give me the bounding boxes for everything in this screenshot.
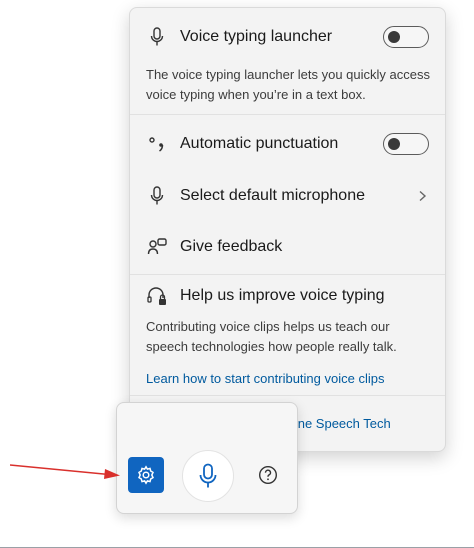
voice-typing-launcher-toggle[interactable] — [383, 26, 429, 48]
question-circle-icon — [258, 465, 278, 485]
give-feedback-row[interactable]: Give feedback — [130, 236, 445, 258]
automatic-punctuation-label: Automatic punctuation — [180, 135, 339, 152]
select-default-microphone-row[interactable]: Select default microphone — [130, 185, 445, 207]
microphone-icon — [146, 185, 168, 207]
help-improve-description: Contributing voice clips helps us teach … — [146, 319, 397, 354]
voice-typing-settings-menu: Voice typing launcher The voice typing l… — [129, 7, 446, 452]
divider — [130, 114, 445, 115]
voice-typing-launcher-row[interactable]: Voice typing launcher — [130, 26, 445, 48]
give-feedback-label: Give feedback — [180, 238, 283, 255]
automatic-punctuation-row[interactable]: Automatic punctuation — [130, 133, 445, 155]
settings-button[interactable] — [128, 457, 164, 493]
help-button[interactable] — [257, 464, 279, 486]
divider — [130, 395, 445, 396]
punctuation-icon — [146, 133, 168, 155]
feedback-icon — [146, 236, 168, 258]
help-improve-label: Help us improve voice typing — [180, 287, 385, 304]
toggle-knob — [388, 137, 400, 150]
voice-typing-launcher-label: Voice typing launcher — [180, 28, 333, 45]
microphone-button[interactable] — [182, 450, 234, 502]
select-default-microphone-label: Select default microphone — [180, 187, 365, 204]
chevron-right-icon — [419, 190, 427, 202]
automatic-punctuation-toggle[interactable] — [383, 133, 429, 155]
voice-typing-launcher-description: The voice typing launcher lets you quick… — [146, 67, 430, 102]
annotation-arrow — [10, 464, 120, 479]
learn-contributing-link[interactable]: Learn how to start contributing voice cl… — [146, 371, 384, 386]
divider — [130, 274, 445, 275]
gear-icon — [138, 465, 154, 485]
microphone-icon — [199, 463, 217, 488]
help-improve-row: Help us improve voice typing — [130, 285, 445, 307]
headset-lock-icon — [146, 285, 168, 307]
toggle-knob — [388, 30, 400, 43]
microphone-icon — [146, 26, 168, 48]
